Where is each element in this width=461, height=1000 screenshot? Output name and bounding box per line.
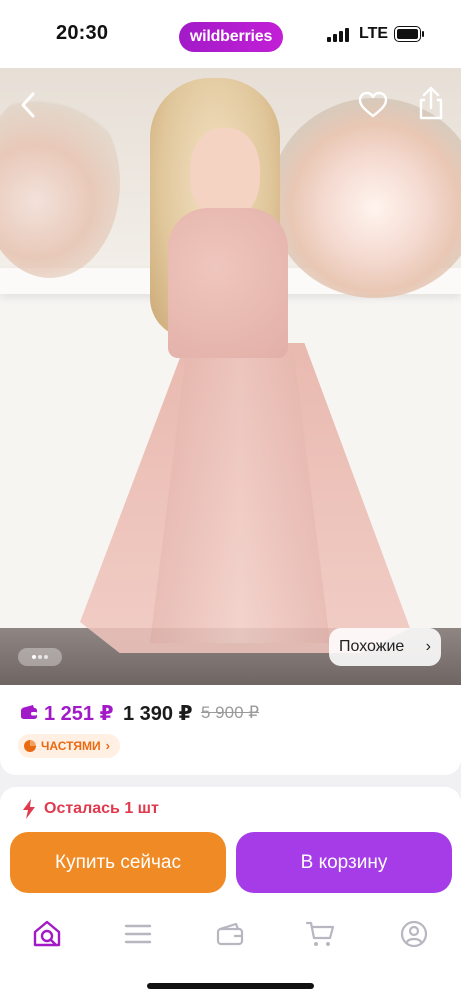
tab-home[interactable] — [27, 916, 67, 952]
similar-products-button[interactable]: Похожие › — [329, 628, 441, 666]
heart-icon — [358, 91, 388, 118]
menu-icon — [124, 924, 152, 944]
home-indicator[interactable] — [147, 983, 314, 989]
similar-label: Похожие — [339, 638, 405, 655]
pie-icon — [24, 740, 36, 752]
tab-bar — [0, 900, 461, 1000]
chevron-right-icon: › — [425, 638, 431, 655]
brand-logo: wildberries — [179, 22, 283, 52]
wallet-icon — [21, 705, 37, 719]
purchase-card: Осталась 1 шт Купить сейчас В корзину — [0, 787, 461, 907]
status-bar: 20:30 wildberries LTE — [0, 0, 461, 68]
buy-now-button[interactable]: Купить сейчас — [10, 832, 226, 893]
share-icon — [419, 86, 443, 120]
product-image-gallery[interactable]: Похожие › — [0, 68, 461, 685]
chevron-right-icon: › — [105, 738, 110, 753]
chevron-left-icon — [21, 92, 35, 118]
network-type: LTE — [359, 25, 389, 42]
clock: 20:30 — [56, 22, 109, 44]
wallet-price: 1 251 ₽ — [44, 703, 114, 725]
share-button[interactable] — [414, 84, 448, 122]
favorite-button[interactable] — [356, 88, 390, 122]
tab-cart[interactable] — [300, 916, 340, 952]
installment-badge[interactable]: ЧАСТЯМИ › — [18, 734, 120, 758]
price-card: 1 251 ₽ 1 390 ₽ 5 900 ₽ ЧАСТЯМИ › — [0, 685, 461, 775]
current-price: 1 390 ₽ — [123, 703, 193, 725]
old-price: 5 900 ₽ — [201, 703, 260, 722]
image-pager — [18, 648, 62, 666]
model-face — [190, 128, 260, 220]
stock-status: Осталась 1 шт — [44, 800, 159, 817]
installment-label: ЧАСТЯМИ — [41, 739, 101, 753]
battery-icon — [394, 26, 424, 42]
wallet-icon — [216, 922, 244, 946]
profile-icon — [400, 920, 428, 948]
cart-icon — [305, 921, 335, 946]
home-search-icon — [33, 920, 61, 947]
dress-bodice — [168, 208, 288, 358]
tab-profile[interactable] — [394, 916, 434, 952]
lightning-icon — [23, 799, 35, 819]
tab-wallet[interactable] — [210, 916, 250, 952]
add-to-cart-button[interactable]: В корзину — [236, 832, 452, 893]
signal-icon — [327, 28, 351, 42]
back-button[interactable] — [12, 88, 46, 122]
tab-catalog[interactable] — [118, 916, 158, 952]
